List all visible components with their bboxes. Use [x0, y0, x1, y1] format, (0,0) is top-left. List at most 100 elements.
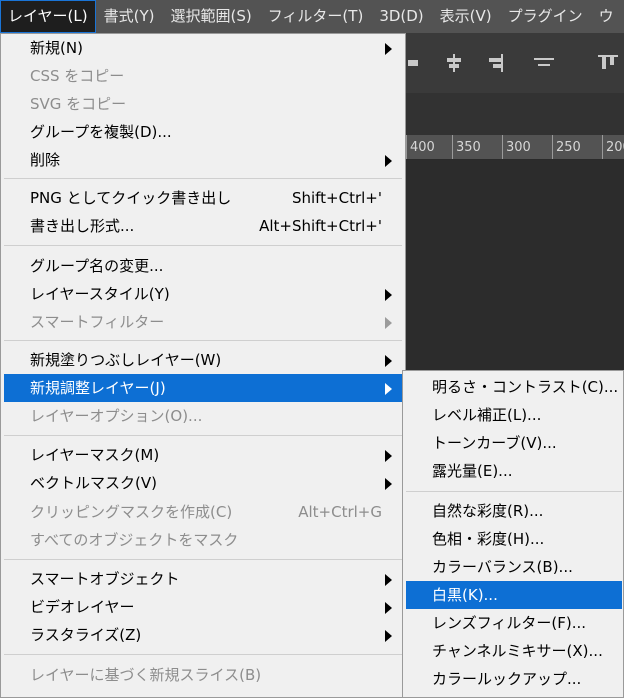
menu-item-vector-mask[interactable]: ベクトルマスク(V)	[4, 469, 402, 497]
menu-item-label: スマートフィルター	[30, 313, 165, 331]
menu-separator	[4, 340, 402, 341]
submenu-item-color-lookup[interactable]: カラールックアップ...	[406, 665, 622, 693]
menu-item-rasterize[interactable]: ラスタライズ(Z)	[4, 621, 402, 649]
submenu-item-exposure[interactable]: 露光量(E)...	[406, 457, 622, 485]
menu-item-new[interactable]: 新規(N)	[4, 34, 402, 62]
menu-item-create-clipping-mask[interactable]: クリッピングマスクを作成(C) Alt+Ctrl+G	[4, 498, 402, 526]
menu-item-layer-options[interactable]: レイヤーオプション(O)...	[4, 402, 402, 430]
submenu-item-channel-mixer[interactable]: チャンネルミキサー(X)...	[406, 637, 622, 665]
menu-item-video-layer[interactable]: ビデオレイヤー	[4, 593, 402, 621]
submenu-item-photo-filter[interactable]: レンズフィルター(F)...	[406, 609, 622, 637]
layer-menu-dropdown: 新規(N) CSS をコピー SVG をコピー グループを複製(D)... 削除…	[0, 33, 406, 698]
menu-select[interactable]: 選択範囲(S)	[163, 0, 260, 33]
ruler-tick-label: 400	[406, 135, 456, 159]
menu-item-label: レベル補正(L)...	[432, 406, 542, 424]
submenu-arrow-icon	[385, 43, 392, 55]
menu-separator	[4, 245, 402, 246]
menu-item-duplicate-group[interactable]: グループを複製(D)...	[4, 118, 402, 146]
menu-item-quick-export-png[interactable]: PNG としてクイック書き出し Shift+Ctrl+'	[4, 184, 402, 212]
menu-item-label: CSS をコピー	[30, 67, 125, 85]
submenu-arrow-icon	[385, 289, 392, 301]
document-tab-bar	[406, 93, 624, 135]
menu-item-mask-all-objects[interactable]: すべてのオブジェクトをマスク	[4, 526, 402, 554]
submenu-item-vibrance[interactable]: 自然な彩度(R)...	[406, 497, 622, 525]
menu-item-label: カラーバランス(B)...	[432, 558, 573, 576]
menu-separator	[4, 559, 402, 560]
submenu-item-hue-saturation[interactable]: 色相・彩度(H)...	[406, 525, 622, 553]
menu-item-shortcut: Alt+Ctrl+G	[298, 503, 382, 521]
menu-item-label: 新規(N)	[30, 39, 83, 57]
menu-item-label: 白黒(K)...	[432, 586, 498, 604]
menu-item-new-layer-based-slice[interactable]: レイヤーに基づく新規スライス(B)	[4, 661, 402, 689]
menu-type[interactable]: 書式(Y)	[96, 0, 163, 33]
submenu-item-color-balance[interactable]: カラーバランス(B)...	[406, 553, 622, 581]
submenu-item-levels[interactable]: レベル補正(L)...	[406, 401, 622, 429]
ruler-tick-label: 350	[452, 135, 502, 159]
menu-layer[interactable]: レイヤー(L)	[0, 0, 96, 33]
menu-item-new-fill-layer[interactable]: 新規塗りつぶしレイヤー(W)	[4, 346, 402, 374]
menu-item-label: ベクトルマスク(V)	[30, 474, 157, 492]
submenu-item-brightness-contrast[interactable]: 明るさ・コントラスト(C)...	[406, 373, 622, 401]
menu-item-smart-object[interactable]: スマートオブジェクト	[4, 565, 402, 593]
menu-item-label: ビデオレイヤー	[30, 598, 135, 616]
submenu-arrow-icon	[385, 630, 392, 642]
menu-item-rename-group[interactable]: グループ名の変更...	[4, 252, 402, 280]
align-left-icon[interactable]	[408, 53, 428, 73]
submenu-arrow-icon	[385, 355, 392, 367]
menu-item-label: スマートオブジェクト	[30, 570, 180, 588]
ruler-tick-label: 250	[552, 135, 602, 159]
menu-filter[interactable]: フィルター(T)	[260, 0, 372, 33]
menu-item-label: レイヤースタイル(Y)	[30, 285, 170, 303]
menu-item-label: レイヤーマスク(M)	[30, 446, 160, 464]
menu-separator	[406, 491, 622, 492]
menu-item-label: カラールックアップ...	[432, 670, 582, 688]
adjustment-layer-submenu: 明るさ・コントラスト(C)... レベル補正(L)... トーンカーブ(V)..…	[402, 370, 624, 698]
align-top-edge-icon[interactable]	[598, 53, 618, 73]
menu-view[interactable]: 表示(V)	[432, 0, 500, 33]
menu-window[interactable]: ウ	[591, 0, 622, 33]
menu-item-label: ラスタライズ(Z)	[30, 626, 142, 644]
menu-plugins[interactable]: プラグイン	[500, 0, 591, 33]
submenu-item-black-white[interactable]: 白黒(K)...	[406, 581, 622, 609]
align-horizontal-center-icon[interactable]	[444, 53, 464, 73]
menu-item-shortcut: Alt+Shift+Ctrl+'	[259, 217, 382, 235]
menu-item-label: グループを複製(D)...	[30, 123, 172, 141]
menu-separator	[4, 654, 402, 655]
submenu-arrow-icon	[385, 478, 392, 490]
menu-item-label: 新規調整レイヤー(J)	[30, 379, 166, 397]
menu-item-label: 露光量(E)...	[432, 462, 513, 480]
ruler-tick-label: 200	[602, 135, 624, 159]
align-right-icon[interactable]	[484, 53, 504, 73]
menu-item-delete[interactable]: 削除	[4, 146, 402, 174]
menu-item-export-as[interactable]: 書き出し形式... Alt+Shift+Ctrl+'	[4, 212, 402, 240]
submenu-arrow-icon	[385, 383, 392, 395]
submenu-arrow-icon	[385, 450, 392, 462]
menu-item-label: すべてのオブジェクトをマスク	[30, 531, 239, 549]
menu-bar: レイヤー(L) 書式(Y) 選択範囲(S) フィルター(T) 3D(D) 表示(…	[0, 0, 624, 33]
menu-item-new-adjustment-layer[interactable]: 新規調整レイヤー(J)	[4, 374, 402, 402]
menu-item-label: チャンネルミキサー(X)...	[432, 642, 603, 660]
menu-separator	[4, 435, 402, 436]
submenu-arrow-icon	[385, 602, 392, 614]
submenu-item-curves[interactable]: トーンカーブ(V)...	[406, 429, 622, 457]
submenu-arrow-icon	[385, 574, 392, 586]
horizontal-ruler: 400 350 300 250 200	[406, 135, 624, 160]
menu-item-copy-css[interactable]: CSS をコピー	[4, 62, 402, 90]
menu-item-copy-svg[interactable]: SVG をコピー	[4, 90, 402, 118]
menu-item-label: クリッピングマスクを作成(C)	[30, 503, 233, 521]
menu-item-layer-mask[interactable]: レイヤーマスク(M)	[4, 441, 402, 469]
ruler-tick-label: 300	[502, 135, 552, 159]
menu-item-label: 色相・彩度(H)...	[432, 530, 545, 548]
menu-item-label: グループ名の変更...	[30, 257, 164, 275]
menu-item-label: レイヤーに基づく新規スライス(B)	[30, 666, 262, 684]
menu-3d[interactable]: 3D(D)	[371, 0, 431, 33]
menu-item-label: 削除	[30, 151, 61, 169]
menu-item-label: SVG をコピー	[30, 95, 127, 113]
menu-item-label: 新規塗りつぶしレイヤー(W)	[30, 351, 222, 369]
menu-item-label: 自然な彩度(R)...	[432, 502, 544, 520]
menu-item-shortcut: Shift+Ctrl+'	[291, 189, 382, 207]
align-top-icon[interactable]	[534, 53, 554, 73]
menu-item-smart-filter[interactable]: スマートフィルター	[4, 308, 402, 336]
submenu-arrow-icon	[385, 317, 392, 329]
menu-item-layer-style[interactable]: レイヤースタイル(Y)	[4, 280, 402, 308]
